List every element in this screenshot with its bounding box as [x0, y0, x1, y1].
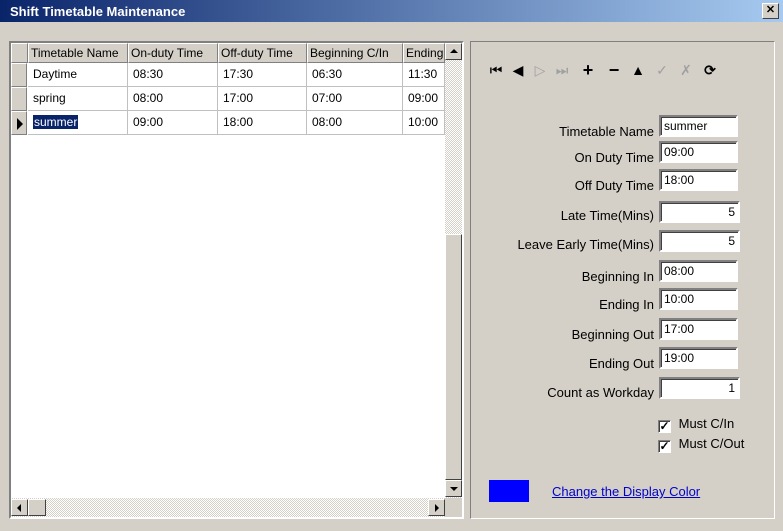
table-row[interactable]: Daytime 08:30 17:30 06:30 11:30	[11, 63, 445, 87]
delete-record-icon[interactable]: −	[603, 59, 625, 81]
grid-corner-header	[11, 43, 28, 63]
scroll-right-button[interactable]	[428, 499, 445, 516]
cell-ending[interactable]: 11:30	[403, 63, 445, 87]
table-row-selected[interactable]: summer 09:00 18:00 08:00 10:00	[11, 111, 445, 135]
cell-off-duty-time[interactable]: 17:00	[218, 87, 307, 111]
horizontal-scrollbar[interactable]	[11, 498, 445, 517]
prior-record-icon[interactable]: ◀	[507, 59, 529, 81]
cell-on-duty-time[interactable]: 08:30	[128, 63, 218, 87]
leave-early-time-field[interactable]: 5	[659, 230, 740, 252]
ending-in-field[interactable]: 10:00	[659, 288, 738, 310]
post-edit-icon[interactable]: ✓	[651, 59, 673, 81]
ending-out-label: Ending Out	[588, 356, 654, 371]
change-display-color-link[interactable]: Change the Display Color	[552, 484, 700, 499]
current-row-arrow-icon	[17, 118, 23, 130]
timetable-edit-panel: ⏮ ◀ ▷ ⏭ + − ▲ ✓ ✗ ⟳ Timetable Name summe…	[470, 41, 775, 519]
late-time-field[interactable]: 5	[659, 201, 740, 223]
last-record-icon[interactable]: ⏭	[551, 59, 573, 81]
column-header-off-duty-time[interactable]: Off-duty Time	[218, 43, 307, 63]
must-cin-check-icon[interactable]: ✓	[658, 420, 671, 433]
timetable-name-field[interactable]: summer	[659, 115, 738, 137]
count-as-workday-field[interactable]: 1	[659, 377, 740, 399]
cell-beginning-cin[interactable]: 08:00	[307, 111, 403, 135]
cell-ending[interactable]: 10:00	[403, 111, 445, 135]
ending-out-field[interactable]: 19:00	[659, 347, 738, 369]
next-record-icon[interactable]: ▷	[529, 59, 551, 81]
shift-timetable-window: Shift Timetable Maintenance ✕ Timetable …	[0, 0, 783, 531]
cell-timetable-name[interactable]: spring	[28, 87, 128, 111]
current-row-indicator[interactable]	[11, 111, 27, 135]
column-header-on-duty-time[interactable]: On-duty Time	[128, 43, 218, 63]
beginning-in-field[interactable]: 08:00	[659, 260, 738, 282]
beginning-in-label: Beginning In	[581, 269, 654, 284]
timetable-name-label: Timetable Name	[559, 124, 654, 139]
column-header-beginning-cin[interactable]: Beginning C/In	[307, 43, 403, 63]
column-header-timetable-name[interactable]: Timetable Name	[28, 43, 128, 63]
cell-timetable-name[interactable]: Daytime	[28, 63, 128, 87]
selected-cell-text: summer	[31, 114, 80, 130]
cell-off-duty-time[interactable]: 18:00	[218, 111, 307, 135]
arrow-up-icon	[450, 49, 458, 53]
title-bar[interactable]: Shift Timetable Maintenance ✕	[0, 0, 783, 22]
on-duty-time-label: On Duty Time	[574, 150, 654, 165]
cell-ending[interactable]: 09:00	[403, 87, 445, 111]
arrow-right-icon	[435, 504, 439, 512]
must-cin-label: Must C/In	[678, 416, 735, 431]
row-indicator[interactable]	[11, 87, 27, 111]
row-indicator[interactable]	[11, 63, 27, 87]
on-duty-time-field[interactable]: 09:00	[659, 141, 738, 163]
cell-on-duty-time[interactable]: 09:00	[128, 111, 218, 135]
table-row[interactable]: spring 08:00 17:00 07:00 09:00	[11, 87, 445, 111]
timetable-grid[interactable]: Timetable Name On-duty Time Off-duty Tim…	[9, 41, 464, 519]
cell-timetable-name[interactable]: summer	[28, 111, 128, 135]
scroll-down-button[interactable]	[445, 480, 462, 497]
scrollbar-corner	[445, 498, 462, 517]
count-as-workday-label: Count as Workday	[547, 385, 654, 400]
must-cin-checkbox[interactable]: ✓ Must C/In	[658, 416, 734, 433]
horizontal-scroll-thumb[interactable]	[28, 499, 46, 516]
first-record-icon[interactable]: ⏮	[485, 59, 507, 81]
ending-in-label: Ending In	[599, 297, 654, 312]
arrow-down-icon	[450, 487, 458, 491]
edit-record-icon[interactable]: ▲	[627, 59, 649, 81]
must-cout-check-icon[interactable]: ✓	[658, 440, 671, 453]
display-color-swatch[interactable]	[489, 480, 529, 502]
leave-early-time-label: Leave Early Time(Mins)	[517, 237, 654, 252]
column-header-ending[interactable]: Ending	[403, 43, 445, 63]
beginning-out-label: Beginning Out	[571, 327, 654, 342]
arrow-left-icon	[17, 504, 21, 512]
vertical-scrollbar[interactable]	[445, 43, 462, 498]
off-duty-time-field[interactable]: 18:00	[659, 169, 738, 191]
record-navigator: ⏮ ◀ ▷ ⏭ + − ▲ ✓ ✗ ⟳	[485, 59, 775, 81]
refresh-data-icon[interactable]: ⟳	[699, 59, 721, 81]
must-cout-label: Must C/Out	[678, 436, 745, 451]
cancel-edit-icon[interactable]: ✗	[675, 59, 697, 81]
cell-on-duty-time[interactable]: 08:00	[128, 87, 218, 111]
late-time-label: Late Time(Mins)	[560, 208, 654, 223]
vertical-scroll-thumb[interactable]	[445, 234, 462, 480]
cell-beginning-cin[interactable]: 07:00	[307, 87, 403, 111]
close-button[interactable]: ✕	[762, 3, 779, 19]
must-cout-checkbox[interactable]: ✓ Must C/Out	[658, 436, 744, 453]
cell-off-duty-time[interactable]: 17:30	[218, 63, 307, 87]
scroll-left-button[interactable]	[11, 499, 28, 516]
scroll-up-button[interactable]	[445, 43, 462, 60]
cell-beginning-cin[interactable]: 06:30	[307, 63, 403, 87]
grid-header-row: Timetable Name On-duty Time Off-duty Tim…	[11, 43, 445, 63]
beginning-out-field[interactable]: 17:00	[659, 318, 738, 340]
off-duty-time-label: Off Duty Time	[574, 178, 654, 193]
insert-record-icon[interactable]: +	[577, 59, 599, 81]
window-title: Shift Timetable Maintenance	[10, 4, 186, 19]
